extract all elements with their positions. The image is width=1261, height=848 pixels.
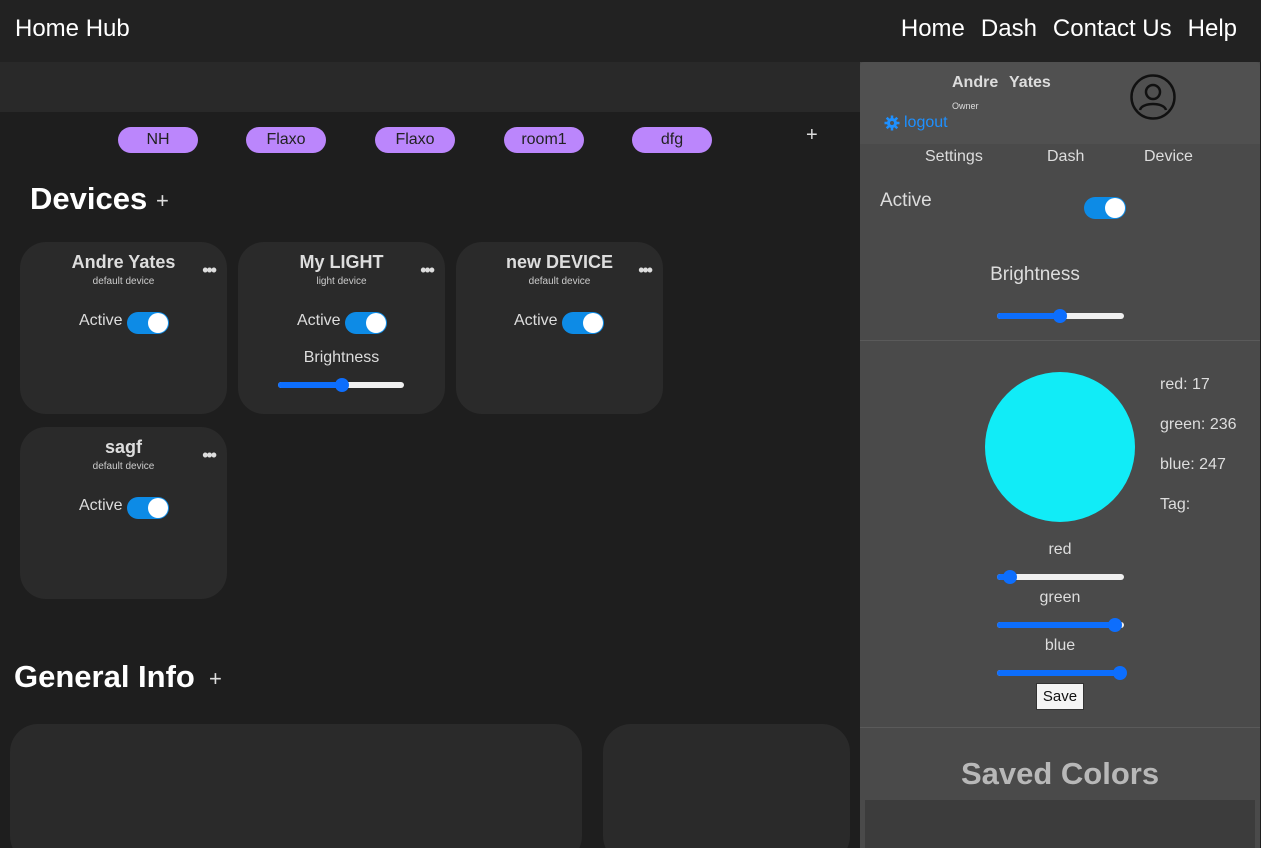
active-toggle[interactable]	[127, 312, 169, 334]
room-tab-room1[interactable]: room1	[504, 127, 584, 153]
device-name: sagf	[104, 437, 142, 457]
device-type: default device	[92, 461, 155, 472]
device-name: Andre Yates	[71, 252, 176, 272]
brightness-label: Brightness	[990, 264, 1080, 285]
header-strip	[0, 62, 860, 112]
green-value: green: 236	[1160, 416, 1237, 433]
more-options-icon[interactable]: •••	[202, 445, 217, 466]
gear-icon	[884, 115, 900, 131]
slider-thumb[interactable]	[1108, 618, 1122, 632]
room-tab-dfg[interactable]: dfg	[632, 127, 712, 153]
active-toggle[interactable]	[1084, 197, 1126, 219]
logout-label: logout	[904, 114, 948, 131]
nav-link-contact[interactable]: Contact Us	[1053, 15, 1172, 43]
device-card[interactable]: new DEVICE default device ••• Active	[456, 242, 663, 414]
green-slider[interactable]	[997, 618, 1124, 632]
slider-thumb[interactable]	[1113, 666, 1127, 680]
active-toggle[interactable]	[127, 497, 169, 519]
blue-value: blue: 247	[1160, 456, 1226, 473]
toggle-knob	[148, 313, 168, 333]
more-options-icon[interactable]: •••	[420, 260, 435, 281]
saved-colors-list	[865, 800, 1255, 848]
blue-slider[interactable]	[997, 666, 1127, 680]
user-last-name: Yates	[1009, 74, 1051, 91]
device-type: light device	[316, 276, 367, 287]
add-room-button[interactable]: +	[806, 124, 818, 147]
divider	[860, 727, 1260, 728]
tag-label: Tag:	[1160, 496, 1191, 513]
general-info-title: General Info	[14, 659, 195, 694]
divider	[860, 340, 1260, 341]
profile-header: Andre Yates Owner logout	[860, 62, 1260, 144]
saved-colors-title: Saved Colors	[960, 756, 1160, 791]
active-toggle[interactable]	[562, 312, 604, 334]
brightness-label: Brightness	[303, 349, 380, 366]
user-avatar-icon[interactable]	[1130, 74, 1176, 120]
brightness-slider[interactable]	[997, 309, 1124, 323]
tab-settings[interactable]: Settings	[925, 148, 983, 166]
room-tab-nh[interactable]: NH	[118, 127, 198, 153]
add-device-button[interactable]: +	[156, 188, 169, 214]
nav-link-help[interactable]: Help	[1188, 15, 1237, 43]
device-name: My LIGHT	[299, 252, 384, 272]
active-label: Active	[880, 190, 932, 211]
top-navbar: Home Hub Home Dash Contact Us Help	[0, 0, 1261, 62]
device-name: new DEVICE	[505, 252, 614, 272]
info-card	[603, 724, 850, 848]
device-settings-panel: Andre Yates Owner logout Settings Dash D…	[860, 62, 1260, 848]
slider-fill	[997, 313, 1059, 319]
devices-title: Devices	[30, 181, 148, 216]
more-options-icon[interactable]: •••	[638, 260, 653, 281]
slider-thumb[interactable]	[1003, 570, 1017, 584]
blue-label: blue	[1044, 637, 1076, 654]
nav-link-home[interactable]: Home	[901, 15, 965, 43]
toggle-knob	[148, 498, 168, 518]
device-card[interactable]: Andre Yates default device ••• Active	[20, 242, 227, 414]
room-tab-flaxo-2[interactable]: Flaxo	[375, 127, 455, 153]
toggle-knob	[583, 313, 603, 333]
more-options-icon[interactable]: •••	[202, 260, 217, 281]
device-card[interactable]: sagf default device ••• Active	[20, 427, 227, 599]
brightness-slider[interactable]	[278, 378, 404, 392]
device-type: default device	[92, 276, 155, 287]
active-label: Active	[79, 497, 123, 514]
nav-link-dash[interactable]: Dash	[981, 15, 1037, 43]
slider-thumb[interactable]	[1053, 309, 1067, 323]
user-role: Owner	[952, 101, 979, 111]
green-label: green	[1039, 589, 1081, 606]
red-value: red: 17	[1160, 376, 1210, 393]
red-slider[interactable]	[997, 570, 1124, 584]
save-button[interactable]: Save	[1036, 683, 1084, 710]
logout-link[interactable]: logout	[884, 114, 948, 132]
slider-thumb[interactable]	[335, 378, 349, 392]
device-card[interactable]: My LIGHT light device ••• Active Brightn…	[238, 242, 445, 414]
slider-fill	[997, 670, 1119, 676]
nav-links: Home Dash Contact Us Help	[901, 15, 1237, 43]
toggle-knob	[366, 313, 386, 333]
slider-fill	[278, 382, 341, 388]
active-label: Active	[79, 312, 123, 329]
room-tabs: NH Flaxo Flaxo room1 dfg	[0, 127, 860, 153]
add-info-button[interactable]: +	[209, 666, 222, 692]
active-toggle[interactable]	[345, 312, 387, 334]
color-preview	[985, 372, 1135, 522]
active-label: Active	[514, 312, 558, 329]
device-type: default device	[528, 276, 591, 287]
brand-title[interactable]: Home Hub	[15, 15, 130, 43]
user-first-name: Andre	[952, 74, 999, 91]
room-tab-flaxo[interactable]: Flaxo	[246, 127, 326, 153]
slider-fill	[997, 622, 1114, 628]
info-card	[10, 724, 582, 848]
red-label: red	[1048, 541, 1072, 558]
tab-device[interactable]: Device	[1144, 148, 1193, 166]
active-label: Active	[297, 312, 341, 329]
toggle-knob	[1105, 198, 1125, 218]
tab-dash[interactable]: Dash	[1047, 148, 1084, 166]
